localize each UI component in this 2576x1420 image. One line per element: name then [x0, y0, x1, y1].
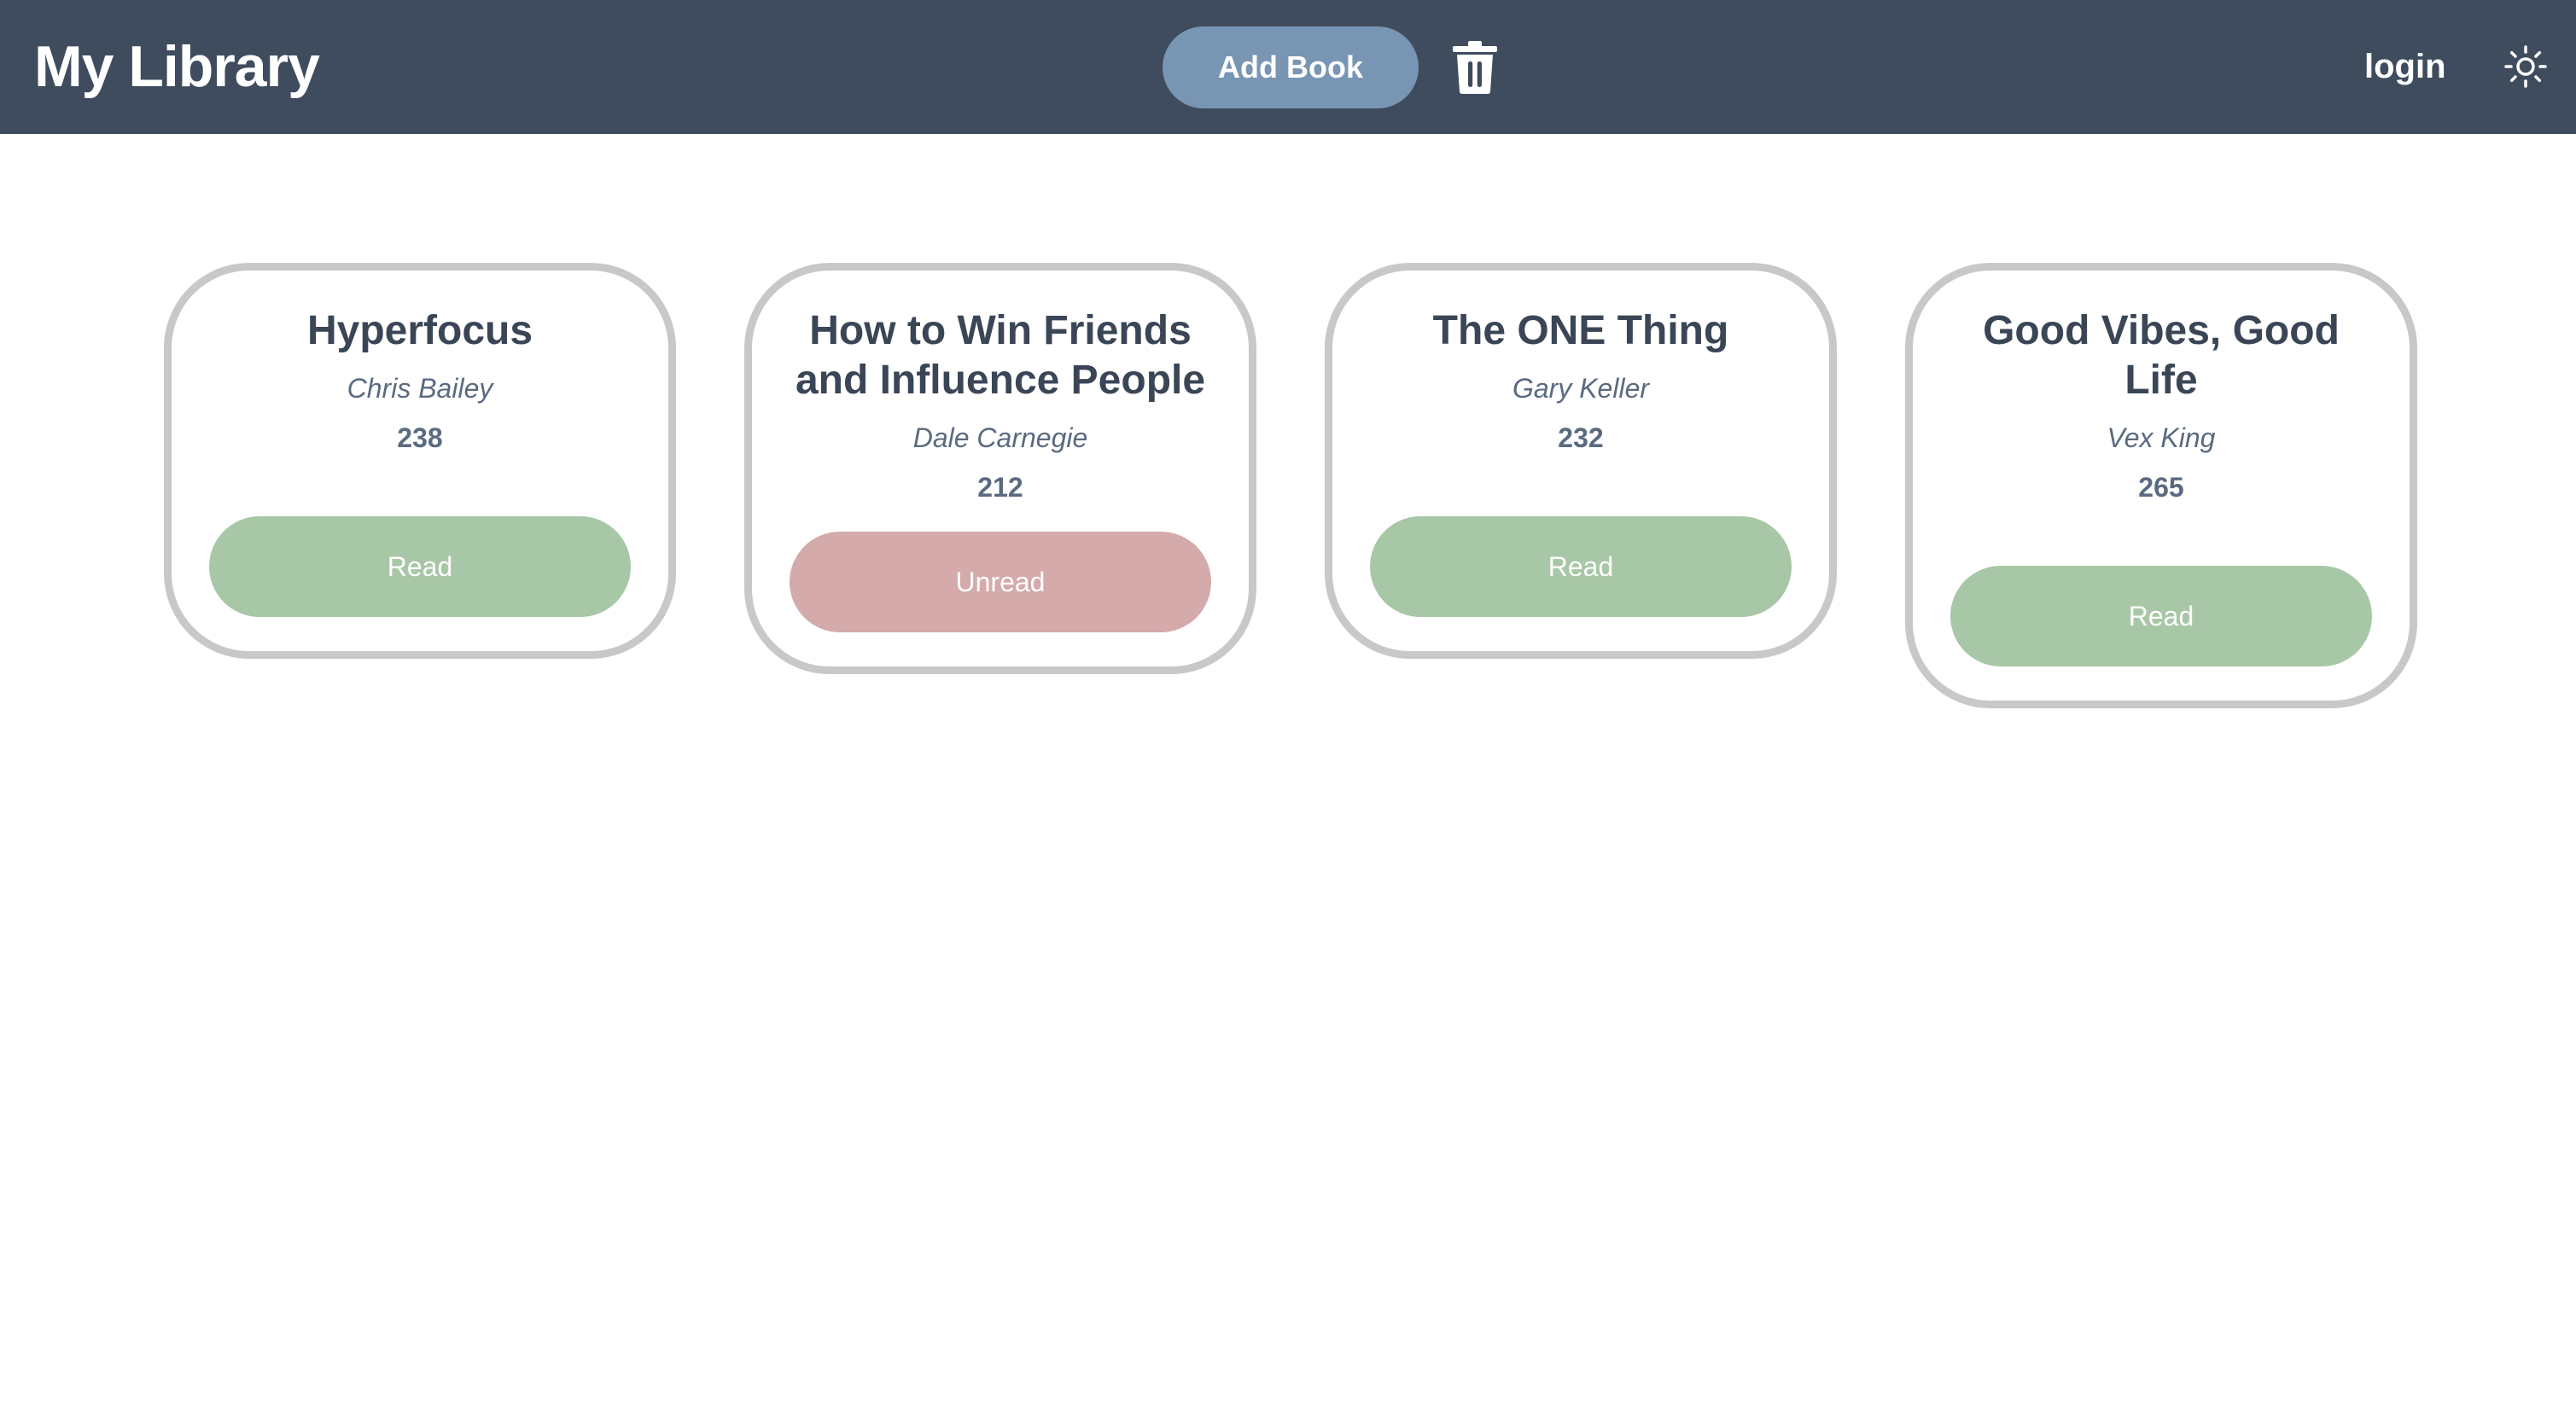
book-card: How to Win Friends and Influence People … [744, 263, 1256, 674]
trash-icon[interactable] [1451, 41, 1499, 94]
add-book-button[interactable]: Add Book [1163, 26, 1419, 108]
book-card: Good Vibes, Good Life Vex King 265 Read [1905, 263, 2417, 708]
book-title: How to Win Friends and Influence People [795, 308, 1206, 403]
book-title: Hyperfocus [306, 308, 533, 353]
app-title: My Library [34, 34, 320, 99]
sun-icon[interactable] [2503, 44, 2548, 89]
book-author: Dale Carnegie [912, 422, 1088, 453]
book-author: Vex King [2107, 422, 2216, 453]
book-pages: 238 [397, 422, 443, 453]
book-card: Hyperfocus Chris Bailey 238 Read [164, 263, 676, 659]
book-pages: 232 [1558, 422, 1604, 453]
book-author: Chris Bailey [347, 373, 493, 404]
book-card: The ONE Thing Gary Keller 232 Read [1325, 263, 1837, 659]
read-status-button[interactable]: Read [1950, 566, 2372, 666]
read-status-button[interactable]: Unread [790, 532, 1211, 632]
read-status-button[interactable]: Read [209, 516, 631, 617]
book-pages: 265 [2138, 472, 2184, 503]
login-link[interactable]: login [2364, 0, 2446, 134]
read-status-button[interactable]: Read [1370, 516, 1792, 617]
navbar: My Library Add Book login [0, 0, 2576, 134]
book-pages: 212 [977, 472, 1023, 503]
book-title: Good Vibes, Good Life [1983, 308, 2340, 403]
book-author: Gary Keller [1512, 373, 1650, 404]
book-title: The ONE Thing [1432, 308, 1729, 353]
